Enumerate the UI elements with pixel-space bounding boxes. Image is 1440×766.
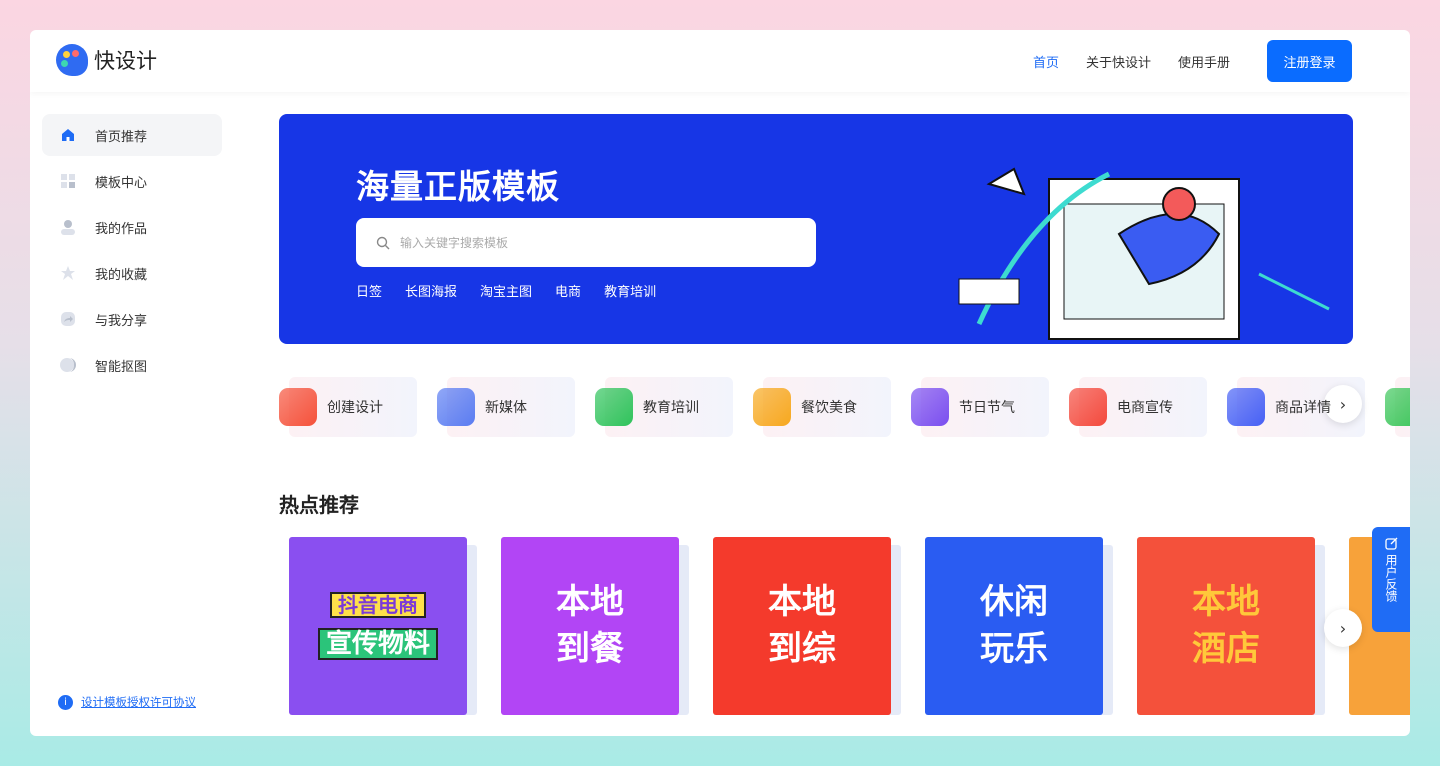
template-card[interactable]: 抖音电商 宣传物料 <box>289 537 467 715</box>
hot-cards: 抖音电商 宣传物料 本地 到餐 本地 到综 休闲 玩乐 本地 酒店 <box>279 537 1410 717</box>
info-icon: i <box>58 694 73 710</box>
card-line-2: 到综 <box>768 629 836 669</box>
template-card[interactable]: 本地 酒店 <box>1137 537 1315 715</box>
sidebar-item-shared[interactable]: 与我分享 <box>42 298 222 340</box>
category-item[interactable]: 节日节气 <box>911 377 1049 437</box>
sidebar-item-label: 与我分享 <box>95 313 148 329</box>
tag[interactable]: 淘宝主图 <box>480 281 532 300</box>
category-icon <box>1227 388 1265 426</box>
category-icon <box>1385 388 1410 426</box>
tag[interactable]: 长图海报 <box>405 281 457 300</box>
edit-icon <box>1384 537 1397 550</box>
category-item[interactable] <box>1385 377 1410 437</box>
sidebar-item-label: 我的收藏 <box>95 267 148 283</box>
search-icon <box>376 236 390 249</box>
sidebar-item-label: 智能抠图 <box>95 359 148 375</box>
star-icon <box>61 266 75 280</box>
banner-title: 海量正版模板 <box>356 167 560 206</box>
category-label: 节日节气 <box>959 400 1015 416</box>
sidebar-item-home[interactable]: 首页推荐 <box>42 114 222 156</box>
home-icon <box>62 129 74 141</box>
tag[interactable]: 教育培训 <box>604 281 656 300</box>
sidebar: 首页推荐 模板中心 我的作品 我的收藏 与我分享 智能抠图 <box>42 114 222 390</box>
sidebar-item-label: 首页推荐 <box>95 129 148 145</box>
card-line-2: 到餐 <box>556 629 624 669</box>
sidebar-item-label: 模板中心 <box>95 175 148 191</box>
license-text[interactable]: 设计模板授权许可协议 <box>81 694 196 710</box>
category-label: 创建设计 <box>327 400 383 416</box>
card-line-2: 玩乐 <box>980 629 1048 669</box>
template-card[interactable]: 本地 到餐 <box>501 537 679 715</box>
template-card[interactable]: 本地 到综 <box>713 537 891 715</box>
logo[interactable]: 快设计 <box>56 44 157 76</box>
card-line-1: 本地 <box>1192 581 1260 622</box>
sidebar-item-label: 我的作品 <box>95 221 148 237</box>
cards-next-arrow[interactable]: › <box>1324 609 1362 647</box>
category-icon <box>437 388 475 426</box>
tag[interactable]: 电商 <box>555 281 581 300</box>
card-line-2: 酒店 <box>1192 629 1260 669</box>
nav-home[interactable]: 首页 <box>1033 52 1059 71</box>
card-line-1: 本地 <box>556 581 624 622</box>
main-panel: 快设计 首页 关于快设计 使用手册 注册登录 首页推荐 模板中心 我的作品 我的… <box>30 30 1410 736</box>
category-label: 商品详情 <box>1275 400 1331 416</box>
category-item[interactable]: 餐饮美食 <box>753 377 891 437</box>
category-item[interactable]: 教育培训 <box>595 377 733 437</box>
card-line-1: 本地 <box>768 581 836 622</box>
category-label: 电商宣传 <box>1117 400 1173 416</box>
search-placeholder: 输入关键字搜索模板 <box>400 236 509 250</box>
hot-tags: 日签 长图海报 淘宝主图 电商 教育培训 <box>356 281 656 300</box>
search-input[interactable]: 输入关键字搜索模板 <box>356 218 816 267</box>
feedback-button[interactable]: 用户反馈 <box>1372 527 1410 632</box>
banner-illustration <box>958 167 1330 340</box>
header: 快设计 首页 关于快设计 使用手册 注册登录 <box>30 30 1410 92</box>
category-icon <box>279 388 317 426</box>
card-line-1: 休闲 <box>980 581 1048 622</box>
app-name: 快设计 <box>94 49 157 73</box>
category-item[interactable]: 电商宣传 <box>1069 377 1207 437</box>
nav-manual[interactable]: 使用手册 <box>1178 52 1230 71</box>
cutout-icon <box>60 358 76 372</box>
sidebar-item-works[interactable]: 我的作品 <box>42 206 222 248</box>
nav-about[interactable]: 关于快设计 <box>1086 52 1151 71</box>
sidebar-item-templates[interactable]: 模板中心 <box>42 160 222 202</box>
hero-banner: 海量正版模板 输入关键字搜索模板 日签 长图海报 淘宝主图 电商 教育培训 <box>279 114 1353 344</box>
category-icon <box>753 388 791 426</box>
card-line-1: 抖音电商 <box>330 591 426 618</box>
category-item[interactable]: 创建设计 <box>279 377 417 437</box>
login-button[interactable]: 注册登录 <box>1267 40 1352 82</box>
share-icon <box>61 312 75 326</box>
license-link[interactable]: i 设计模板授权许可协议 <box>58 694 196 710</box>
category-label: 新媒体 <box>485 400 527 416</box>
sidebar-item-favorites[interactable]: 我的收藏 <box>42 252 222 294</box>
category-icon <box>595 388 633 426</box>
palette-logo-icon <box>56 44 88 76</box>
user-icon <box>61 220 75 235</box>
grid-icon <box>61 174 75 188</box>
category-label: 餐饮美食 <box>801 400 857 416</box>
category-row: 创建设计 新媒体 教育培训 餐饮美食 节日节气 电商宣传 商品详情 <box>279 377 1410 437</box>
card-line-2: 宣传物料 <box>317 627 438 661</box>
category-item[interactable]: 新媒体 <box>437 377 575 437</box>
top-nav: 首页 关于快设计 使用手册 注册登录 <box>1033 40 1352 82</box>
category-icon <box>911 388 949 426</box>
sidebar-item-cutout[interactable]: 智能抠图 <box>42 344 222 386</box>
category-icon <box>1069 388 1107 426</box>
feedback-label: 用户反馈 <box>1384 554 1398 602</box>
template-card[interactable]: 休闲 玩乐 <box>925 537 1103 715</box>
section-title: 热点推荐 <box>279 493 359 517</box>
tag[interactable]: 日签 <box>356 281 382 300</box>
category-label: 教育培训 <box>643 400 699 416</box>
